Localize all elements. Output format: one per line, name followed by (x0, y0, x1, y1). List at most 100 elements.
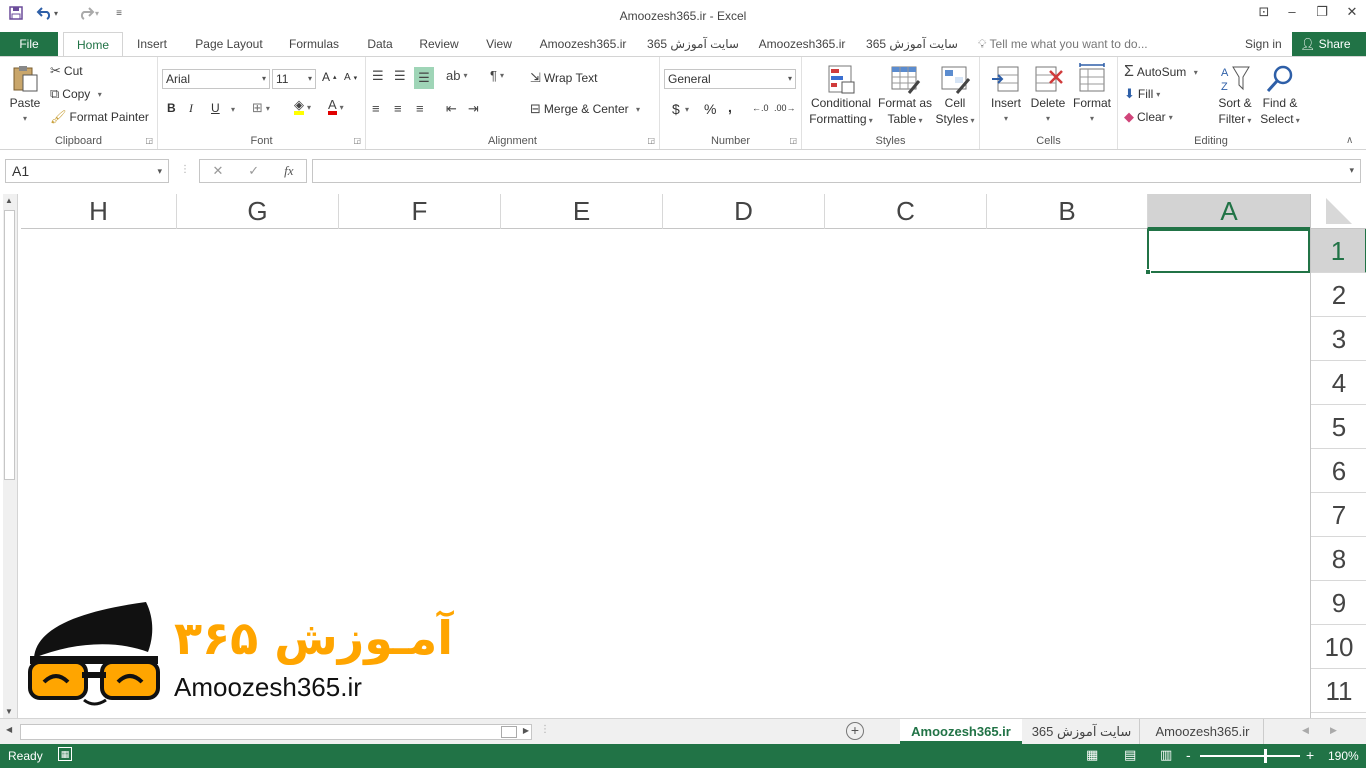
splitter-icon[interactable]: ⋮ (180, 164, 190, 175)
format-as-table-button[interactable]: Format as Table ▾ (878, 63, 932, 129)
orientation-icon[interactable]: ab ▾ (446, 68, 467, 83)
row-header-11[interactable]: 11 (1311, 669, 1366, 713)
page-layout-view-icon[interactable]: ▤ (1124, 747, 1136, 763)
grow-font-icon[interactable]: A ▴ (322, 70, 337, 84)
font-color-icon[interactable]: A ▾ (328, 98, 344, 115)
autosum-button[interactable]: Σ AutoSum ▾ (1124, 63, 1198, 81)
bold-button[interactable]: B (167, 101, 176, 115)
column-header-g[interactable]: G (176, 194, 338, 229)
merge-center-button[interactable]: ⊟ Merge & Center ▾ (530, 101, 640, 117)
cancel-icon[interactable]: ✕ (212, 163, 223, 179)
close-icon[interactable]: ✕ (1338, 2, 1366, 22)
tab-formulas[interactable]: Formulas (282, 32, 346, 56)
zoom-in-button[interactable]: + (1306, 747, 1314, 763)
name-box[interactable]: A1 ▾ (5, 159, 169, 183)
align-bottom-icon[interactable]: ☰ (414, 67, 434, 89)
tab-insert[interactable]: Insert (130, 32, 174, 56)
font-size-box[interactable]: 11 ▾ (272, 69, 316, 89)
number-format-box[interactable]: General ▾ (664, 69, 796, 89)
align-top-icon[interactable]: ☰ (372, 68, 384, 84)
fill-handle[interactable] (1145, 269, 1151, 275)
restore-icon[interactable]: ❐ (1308, 2, 1336, 22)
undo-icon[interactable]: ▾ (34, 3, 60, 23)
increase-indent-icon[interactable]: ⇥ (468, 101, 479, 117)
tab-amoozesh-2[interactable]: Amoozesh365.ir (752, 32, 852, 56)
select-all-corner[interactable] (1310, 194, 1366, 229)
scroll-left-icon[interactable]: ◀ (6, 725, 12, 734)
formula-input[interactable]: ▾ (312, 159, 1361, 183)
redo-icon[interactable]: ▾ (74, 3, 102, 23)
clipboard-launcher-icon[interactable]: ◲ (145, 136, 153, 145)
row-header-9[interactable]: 9 (1311, 581, 1366, 625)
column-header-a[interactable]: A (1147, 194, 1310, 229)
row-header-3[interactable]: 3 (1311, 317, 1366, 361)
tab-amoozesh-1[interactable]: Amoozesh365.ir (530, 32, 636, 56)
scroll-down-icon[interactable]: ▼ (5, 707, 13, 716)
macro-record-icon[interactable]: ▦ (58, 747, 72, 761)
font-launcher-icon[interactable]: ◲ (353, 136, 361, 145)
tab-scroll-left-icon[interactable]: ◀ (1302, 725, 1309, 736)
tab-home[interactable]: Home (63, 32, 123, 57)
column-header-d[interactable]: D (662, 194, 824, 229)
column-header-f[interactable]: F (338, 194, 500, 229)
number-launcher-icon[interactable]: ◲ (789, 136, 797, 145)
align-right-icon[interactable]: ≡ (416, 101, 424, 116)
column-header-c[interactable]: C (824, 194, 986, 229)
normal-view-icon[interactable]: ▦ (1086, 747, 1098, 763)
active-cell[interactable] (1145, 229, 1310, 275)
borders-icon[interactable]: ⊞ ▾ (252, 100, 270, 116)
shrink-font-icon[interactable]: A ▾ (344, 72, 357, 83)
minimize-icon[interactable]: – (1278, 2, 1306, 22)
row-header-6[interactable]: 6 (1311, 449, 1366, 493)
underline-button[interactable]: U (211, 101, 220, 115)
collapse-ribbon-icon[interactable]: ∧ (1346, 135, 1353, 146)
text-direction-icon[interactable]: ¶ ▾ (490, 68, 504, 83)
ribbon-display-icon[interactable]: ⊡ (1250, 2, 1278, 22)
row-header-7[interactable]: 7 (1311, 493, 1366, 537)
save-icon[interactable] (6, 3, 26, 23)
cut-button[interactable]: ✂ Cut (50, 63, 83, 79)
scroll-up-icon[interactable]: ▲ (5, 196, 13, 205)
conditional-formatting-button[interactable]: Conditional Formatting ▾ (806, 63, 876, 129)
alignment-launcher-icon[interactable]: ◲ (647, 136, 655, 145)
font-name-box[interactable]: Arial ▾ (162, 69, 270, 89)
row-header-1[interactable]: 1 (1311, 229, 1366, 273)
decrease-indent-icon[interactable]: ⇤ (446, 101, 457, 117)
row-header-2[interactable]: 2 (1311, 273, 1366, 317)
decrease-decimal-icon[interactable]: .00→ (774, 103, 796, 113)
sign-in-link[interactable]: Sign in (1245, 32, 1282, 56)
cell-styles-button[interactable]: Cell Styles ▾ (934, 63, 976, 129)
delete-cells-button[interactable]: Delete ▾ (1028, 63, 1068, 127)
tab-scroll-right-icon[interactable]: ▶ (1330, 725, 1337, 736)
fill-button[interactable]: ⬇ Fill ▾ (1124, 86, 1160, 102)
tab-page-layout[interactable]: Page Layout (186, 32, 272, 56)
fill-color-icon[interactable]: ◈ ▾ (294, 98, 311, 115)
underline-dropdown-icon[interactable]: ▾ (231, 105, 235, 114)
increase-decimal-icon[interactable]: ←.0 (752, 103, 769, 113)
new-sheet-button[interactable]: + (846, 722, 864, 740)
scroll-right-icon[interactable]: ▶ (523, 726, 529, 735)
horizontal-scrollbar[interactable]: ▶ (20, 724, 532, 740)
align-middle-icon[interactable]: ☰ (394, 68, 406, 84)
align-center-icon[interactable]: ≡ (394, 101, 402, 116)
tab-review[interactable]: Review (412, 32, 466, 56)
sheet-tab-amoozesh-2[interactable]: Amoozesh365.ir (1142, 719, 1264, 744)
align-left-icon[interactable]: ≡ (372, 101, 380, 116)
row-header-8[interactable]: 8 (1311, 537, 1366, 581)
row-header-4[interactable]: 4 (1311, 361, 1366, 405)
find-select-button[interactable]: Find & Select ▾ (1258, 63, 1302, 129)
tab-site-1[interactable]: سایت آموزش 365 (646, 32, 740, 56)
italic-button[interactable]: I (189, 101, 193, 116)
scroll-thumb[interactable] (4, 210, 15, 480)
sheet-tab-site[interactable]: سایت آموزش 365 (1024, 719, 1140, 744)
row-header-10[interactable]: 10 (1311, 625, 1366, 669)
zoom-out-button[interactable]: - (1186, 747, 1191, 763)
currency-button[interactable]: $ ▾ (672, 101, 689, 117)
tab-data[interactable]: Data (360, 32, 400, 56)
format-painter-button[interactable]: 🖌︎ Format Painter (50, 109, 149, 125)
row-header-5[interactable]: 5 (1311, 405, 1366, 449)
copy-button[interactable]: ⧉ Copy ▾ (50, 86, 102, 102)
zoom-slider-thumb[interactable] (1264, 749, 1267, 763)
insert-function-icon[interactable]: fx (284, 163, 293, 179)
tab-site-2[interactable]: سایت آموزش 365 (864, 32, 960, 56)
